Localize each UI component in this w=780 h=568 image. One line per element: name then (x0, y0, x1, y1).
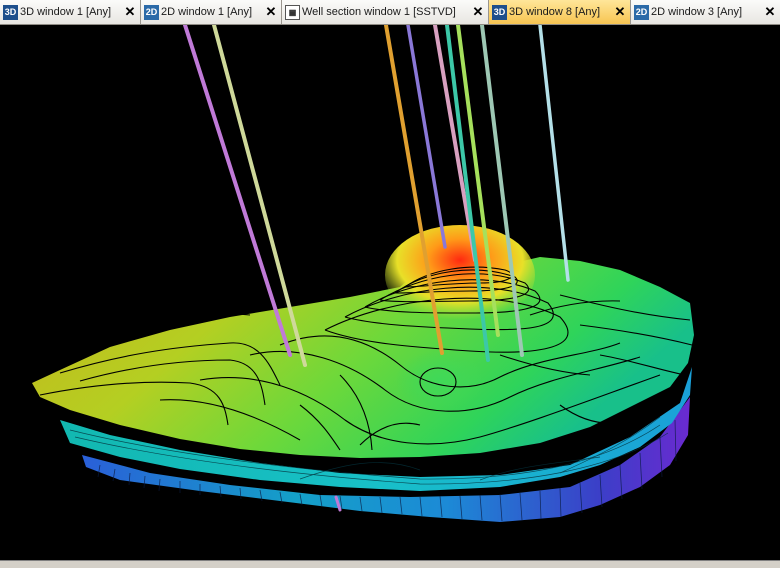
tab-label: 2D window 3 [Any] (651, 6, 743, 18)
tab-label: Well section window 1 [SSTVD] (302, 6, 456, 18)
3d-viewport[interactable] (0, 25, 780, 560)
2d-window-icon: 2D (634, 4, 649, 20)
tab-well-section-window-1[interactable]: ▦ Well section window 1 [SSTVD] ✕ (282, 0, 489, 24)
well-trajectory-1[interactable] (183, 25, 292, 357)
well-trajectory-9[interactable] (538, 25, 570, 282)
3d-scene[interactable] (0, 25, 780, 560)
close-icon[interactable]: ✕ (264, 0, 278, 24)
tab-2d-window-3[interactable]: 2D 2D window 3 [Any] ✕ (631, 0, 780, 24)
3d-window-icon: 3D (3, 4, 18, 20)
window-tab-bar: 3D 3D window 1 [Any] ✕ 2D 2D window 1 [A… (0, 0, 780, 25)
surface-bump (395, 350, 485, 410)
tab-label: 2D window 1 [Any] (161, 6, 253, 18)
tab-3d-window-8[interactable]: 3D 3D window 8 [Any] ✕ (489, 0, 631, 24)
tab-label: 3D window 1 [Any] (20, 6, 112, 18)
tab-3d-window-1[interactable]: 3D 3D window 1 [Any] ✕ (0, 0, 141, 24)
close-icon[interactable]: ✕ (613, 0, 627, 24)
close-icon[interactable]: ✕ (763, 0, 777, 24)
well-section-icon: ▦ (285, 4, 300, 20)
3d-window-icon: 3D (492, 4, 507, 20)
2d-window-icon: 2D (144, 4, 159, 20)
tab-label: 3D window 8 [Any] (509, 6, 601, 18)
tab-2d-window-1[interactable]: 2D 2D window 1 [Any] ✕ (141, 0, 282, 24)
close-icon[interactable]: ✕ (123, 0, 137, 24)
close-icon[interactable]: ✕ (471, 0, 485, 24)
